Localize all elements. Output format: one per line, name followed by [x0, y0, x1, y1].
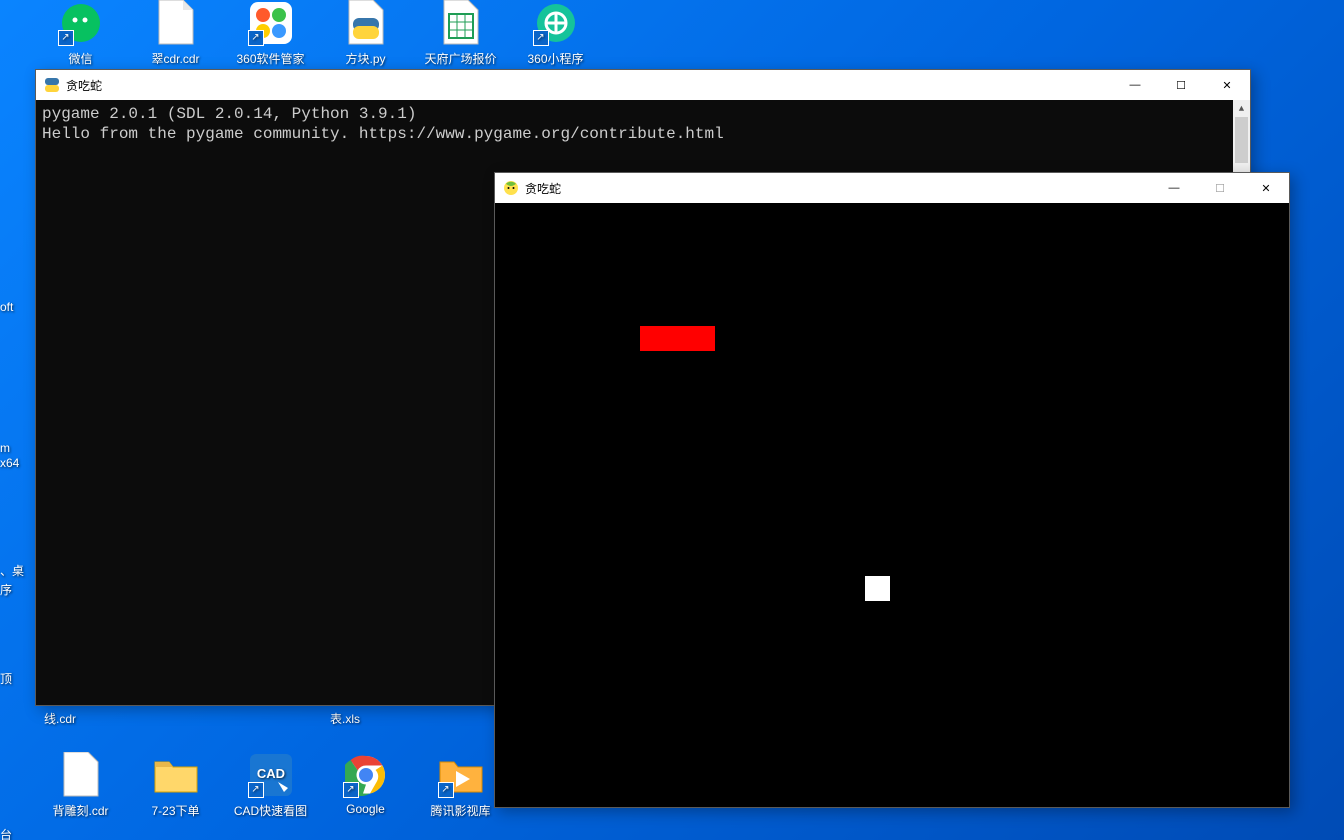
app-icon: [533, 0, 579, 46]
snake-segment: [640, 326, 715, 351]
icon-label: 360小程序: [527, 50, 583, 67]
python-file-icon: [343, 0, 389, 46]
file-icon: [153, 0, 199, 46]
video-folder-icon: [438, 752, 484, 798]
desktop-icon-cdr-file-2[interactable]: 背雕刻.cdr: [33, 752, 128, 834]
cad-icon: CAD: [248, 752, 294, 798]
desktop-icon-folder[interactable]: 7-23下单: [128, 752, 223, 834]
icon-label: 天府广场报价: [424, 50, 496, 67]
partial-label: 线.cdr: [44, 710, 76, 727]
scroll-thumb[interactable]: [1235, 117, 1248, 163]
chrome-icon: [343, 752, 389, 798]
game-window[interactable]: 贪吃蛇 — ☐ ✕: [494, 172, 1290, 808]
partial-label: oft: [0, 300, 13, 314]
desktop-icon-row-bottom: 背雕刻.cdr 7-23下单 CAD CAD快速看图 Google 腾讯影视库: [33, 752, 508, 834]
pygame-app-icon: [503, 180, 519, 196]
console-title: 贪吃蛇: [66, 77, 102, 94]
file-icon: [58, 752, 104, 798]
partial-label: m: [0, 441, 10, 455]
console-line: pygame 2.0.1 (SDL 2.0.14, Python 3.9.1): [42, 105, 416, 123]
maximize-button[interactable]: ☐: [1158, 70, 1204, 100]
icon-label: 腾讯影视库: [430, 802, 490, 819]
app-icon: [248, 0, 294, 46]
partial-label: 表.xls: [330, 710, 360, 727]
spreadsheet-icon: [438, 0, 484, 46]
folder-icon: [153, 752, 199, 798]
close-button[interactable]: ✕: [1204, 70, 1250, 100]
partial-label: 序: [0, 581, 12, 598]
partial-label: 、桌: [0, 562, 24, 579]
game-canvas[interactable]: [495, 203, 1289, 807]
minimize-button[interactable]: —: [1151, 173, 1197, 203]
scroll-up-icon[interactable]: ▲: [1233, 100, 1250, 117]
icon-label: 方块.py: [345, 50, 385, 67]
game-titlebar[interactable]: 贪吃蛇 — ☐ ✕: [495, 173, 1289, 203]
food-block: [865, 576, 890, 601]
icon-label: 翠cdr.cdr: [151, 50, 199, 67]
console-line: Hello from the pygame community. https:/…: [42, 125, 724, 143]
icon-label: 7-23下单: [151, 802, 199, 819]
wechat-icon: [58, 0, 104, 46]
python-app-icon: [44, 77, 60, 93]
console-titlebar[interactable]: 贪吃蛇 — ☐ ✕: [36, 70, 1250, 100]
icon-label: Google: [346, 802, 385, 816]
desktop-icon-chrome[interactable]: Google: [318, 752, 413, 834]
partial-label: 台: [0, 826, 12, 840]
close-button[interactable]: ✕: [1243, 173, 1289, 203]
icon-label: 背雕刻.cdr: [52, 802, 108, 819]
icon-label: 360软件管家: [236, 50, 304, 67]
partial-label: x64: [0, 456, 19, 470]
desktop: 微信 翠cdr.cdr 360软件管家 方块.py 天府广场报价: [0, 0, 1344, 840]
svg-text:CAD: CAD: [256, 766, 284, 781]
desktop-icon-cad[interactable]: CAD CAD快速看图: [223, 752, 318, 834]
icon-label: 微信: [68, 50, 92, 67]
minimize-button[interactable]: —: [1112, 70, 1158, 100]
game-title: 贪吃蛇: [525, 180, 561, 197]
partial-label: 顶: [0, 670, 12, 687]
maximize-button: ☐: [1197, 173, 1243, 203]
icon-label: CAD快速看图: [234, 802, 307, 819]
